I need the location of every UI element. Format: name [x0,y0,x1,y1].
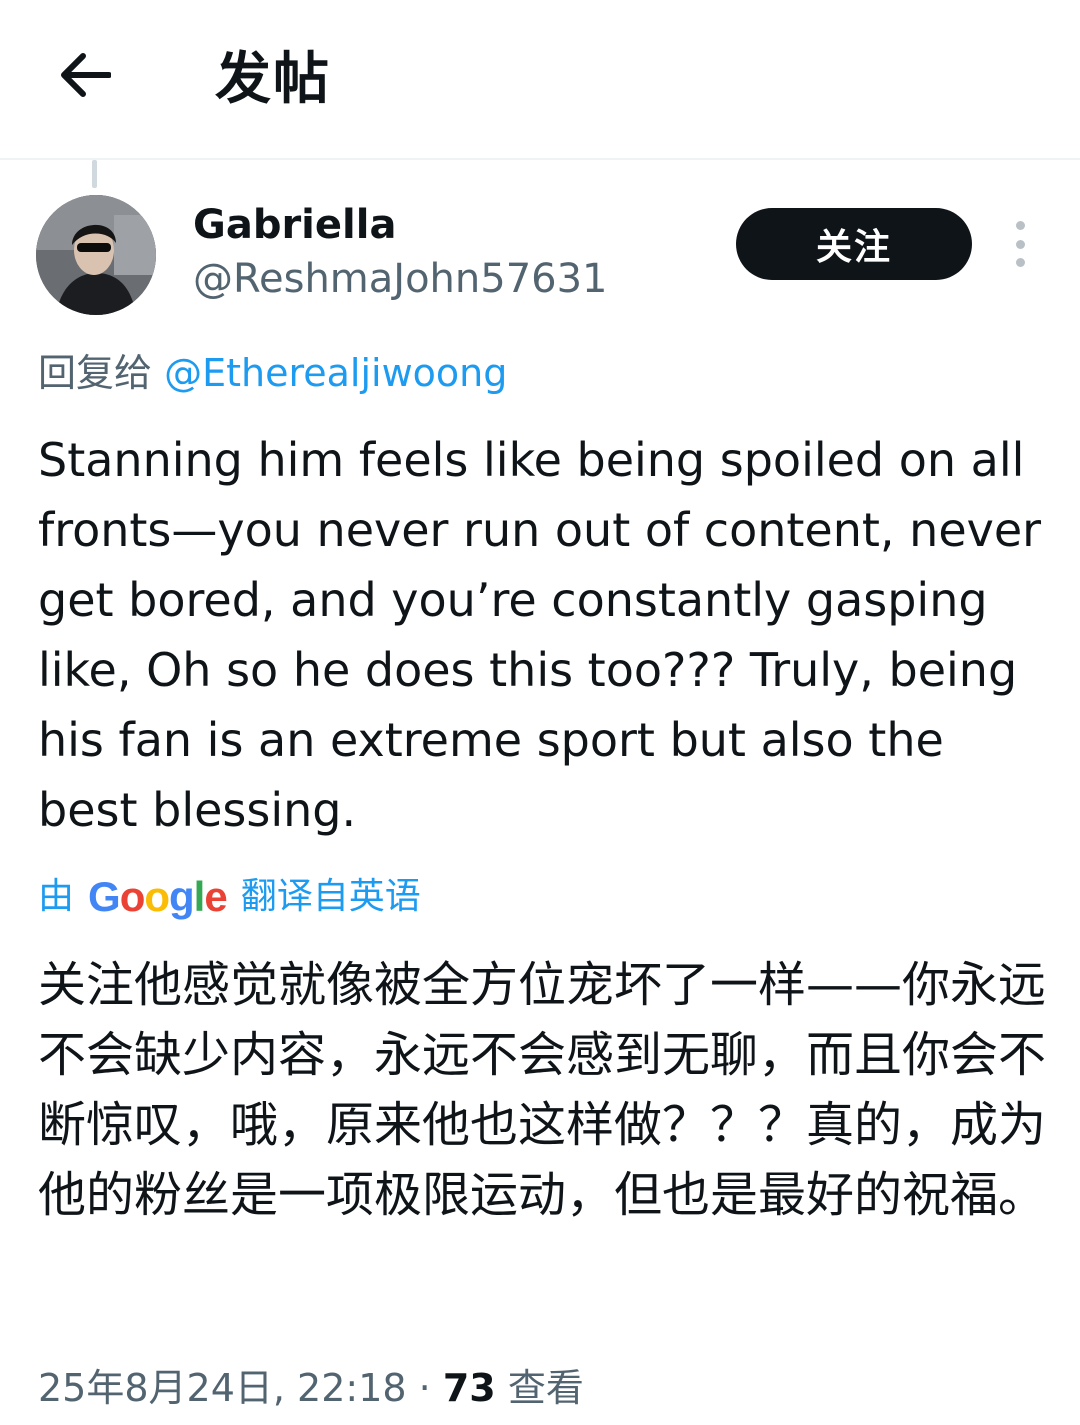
thread-connector-line [92,160,97,188]
views-label: 查看 [507,1366,584,1410]
page-title: 发帖 [215,47,331,112]
translated-by-line[interactable]: 由 Google 翻译自英语 [38,868,421,926]
tweet-meta: 25年8月24日, 22:18 · 73 查看 [38,1360,584,1416]
user-handle[interactable]: @ReshmaJohn57631 [193,252,608,306]
more-vertical-icon[interactable] [1000,215,1040,273]
back-button[interactable] [50,40,120,110]
follow-button[interactable]: 关注 [736,208,972,280]
reply-mention-link[interactable]: @Etherealjiwoong [164,351,507,395]
reply-to-label: 回复给 [38,351,153,395]
translated-suffix: 翻译自英语 [240,876,421,917]
tweet-text: Stanning him feels like being spoiled on… [38,433,1042,837]
google-logo: Google [88,873,228,920]
meta-separator: · [418,1366,431,1410]
arrow-left-icon [61,53,111,97]
translated-text: 关注他感觉就像被全方位宠坏了一样——你永远不会缺少内容，永远不会感到无聊，而且你… [38,957,1047,1223]
views-count[interactable]: 73 [443,1366,496,1410]
translated-prefix: 由 [38,876,75,917]
reply-to-line: 回复给 @Etherealjiwoong [38,345,507,401]
avatar[interactable] [36,195,156,315]
top-bar: 发帖 [0,0,1080,160]
display-name[interactable]: Gabriella [193,198,396,252]
timestamp[interactable]: 25年8月24日, 22:18 [38,1366,407,1410]
